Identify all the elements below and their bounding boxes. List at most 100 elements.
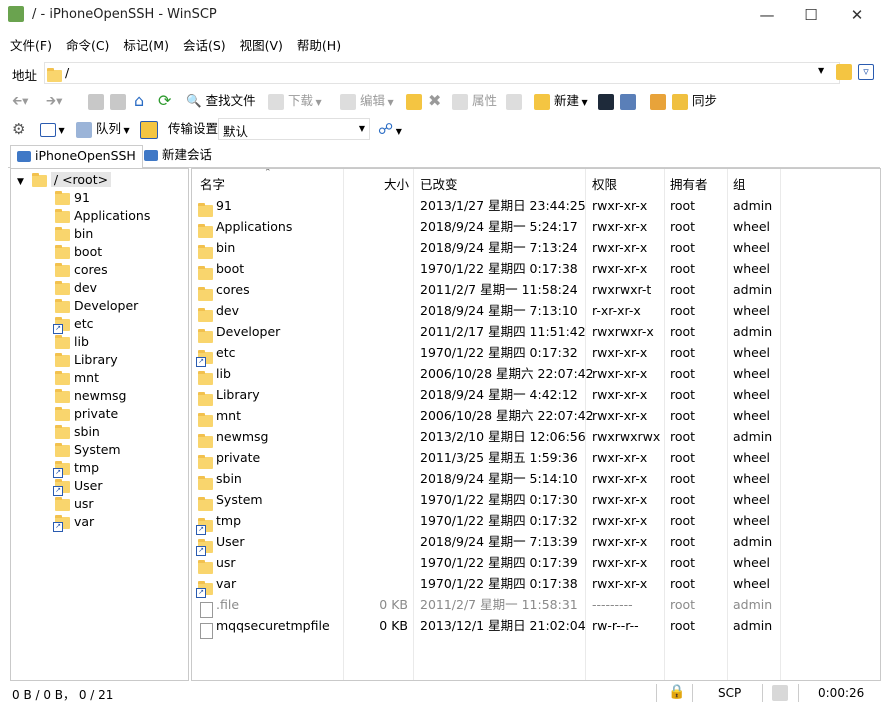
table-row[interactable]: boot 1970/1/22 星期四 0:17:38 rwxr-xr-x root wh… [192,258,880,280]
tree-item[interactable]: newmsg [55,387,126,405]
find-files-button[interactable]: 🔍 查找文件 [186,91,256,111]
column-rights[interactable]: 权限 [592,174,617,193]
open-directory-icon[interactable] [836,64,852,80]
download-button[interactable]: 下载 ▼ [268,91,322,111]
tree-item[interactable]: cores [55,261,108,279]
tree-item[interactable]: dev [55,279,97,297]
table-row[interactable]: ↗ User 2018/9/24 星期一 7:13:39 rwxr-xr-x root a… [192,531,880,556]
table-row[interactable]: dev 2018/9/24 星期一 7:13:10 r-xr-xr-x root whe… [192,300,880,322]
tab-label: 新建会话 [161,147,212,162]
maximize-button[interactable]: ☐ [788,0,834,30]
cell-owner: root [670,324,696,339]
properties-button[interactable]: 属性 [452,91,497,111]
find-files-label: 查找文件 [205,93,256,108]
table-row[interactable]: .file 0 KB 2011/2/7 星期一 11:58:31 --------- r… [192,594,880,618]
queue-button[interactable]: 队列 ▼ [76,119,130,139]
cell-rights: rwxr-xr-x [592,492,648,507]
table-row[interactable]: Developer 2011/2/17 星期四 11:51:42 rwxrwxr-x… [192,321,880,343]
tree-item[interactable]: Library [55,351,118,369]
console-icon[interactable] [598,91,614,111]
global-icon[interactable]: ☍ ▼ [378,119,402,139]
menu-mark[interactable]: 标记(M) [121,33,171,56]
table-row[interactable]: ↗ var 1970/1/22 星期四 0:17:38 rwxr-xr-x root wh… [192,573,880,598]
tree-item[interactable]: ↗ var [53,513,94,532]
putty-icon[interactable] [620,91,636,111]
tree-item[interactable]: usr [55,495,94,513]
column-group[interactable]: 组 [733,174,746,193]
column-owner[interactable]: 拥有者 [670,174,708,193]
tree-item[interactable]: ↗ User [53,477,103,496]
tree-item[interactable]: Applications [55,207,150,225]
table-row[interactable]: 91 2013/1/27 星期日 23:44:25 rwxr-xr-x root adm… [192,195,880,217]
refresh-icon[interactable]: ⟳ [158,91,171,111]
tree-item[interactable]: lib [55,333,89,351]
column-size[interactable]: 大小 [384,174,409,193]
tree-item[interactable]: ↗ etc [53,315,93,334]
home-icon[interactable]: ⌂ [134,91,144,111]
table-row[interactable]: sbin 2018/9/24 星期一 5:14:10 rwxr-xr-x root wh… [192,468,880,490]
tree-item[interactable]: System [55,441,121,459]
cell-rights: rwxr-xr-x [592,345,648,360]
cell-changed: 2011/2/17 星期四 11:51:42 [420,324,586,339]
filter-icon[interactable]: ▿ [858,64,874,80]
close-button[interactable]: ✕ [834,0,880,30]
transfer-settings-select[interactable]: 默认 ▼ [218,118,370,140]
table-row[interactable]: ↗ tmp 1970/1/22 星期四 0:17:32 rwxr-xr-x root wh… [192,510,880,535]
tree-item[interactable]: private [55,405,118,423]
menu-file[interactable]: 文件(F) [8,33,54,56]
back-icon[interactable]: 🡰▾ [12,91,28,111]
address-dropdown-icon[interactable]: ▼ [818,66,824,75]
table-row[interactable]: usr 1970/1/22 星期四 0:17:39 rwxr-xr-x root whe… [192,552,880,574]
table-row[interactable]: ↗ etc 1970/1/22 星期四 0:17:32 rwxr-xr-x root wh… [192,342,880,367]
cell-name: etc [216,345,236,360]
directory-tree[interactable]: ▼ / <root> 91 Applications bin boot cores dev… [10,168,189,681]
cell-changed: 2011/2/7 星期一 11:58:24 [420,282,578,297]
root-directory-icon[interactable] [110,91,126,111]
collapse-icon[interactable]: ▼ [17,177,24,187]
tree-item[interactable]: sbin [55,423,100,441]
transfer-settings-icon[interactable] [140,119,158,139]
table-row[interactable]: lib 2006/10/28 星期六 22:07:42 rwxr-xr-x root w… [192,363,880,385]
menu-command[interactable]: 命令(C) [64,33,111,56]
menu-session[interactable]: 会话(S) [181,33,228,56]
tab-iphoneopenssh[interactable]: iPhoneOpenSSH [10,145,143,169]
folder-icon [55,334,70,349]
table-row[interactable]: Library 2018/9/24 星期一 4:42:12 rwxr-xr-x roo… [192,384,880,406]
table-row[interactable]: Applications 2018/9/24 星期一 5:24:17 rwxr-xr… [192,216,880,238]
table-row[interactable]: private 2011/3/25 星期五 1:59:36 rwxr-xr-x roo… [192,447,880,469]
tree-item[interactable]: bin [55,225,93,243]
tree-item[interactable]: Developer [55,297,138,315]
parent-directory-icon[interactable] [88,91,104,111]
address-input[interactable]: / [44,62,840,84]
tree-item[interactable]: ↗ tmp [53,459,99,478]
preferences-icon[interactable]: ⚙ [12,119,25,139]
table-row[interactable]: bin 2018/9/24 星期一 7:13:24 rwxr-xr-x root whe… [192,237,880,259]
edit-button[interactable]: 编辑 ▼ [340,91,394,111]
column-changed[interactable]: 已改变 [420,174,458,193]
file-list[interactable]: 名字 ⌃ 大小 已改变 权限 拥有者 组 91 2013/1/27 星期日 23:… [191,168,881,681]
table-row[interactable]: mnt 2006/10/28 星期六 22:07:42 rwxr-xr-x root w… [192,405,880,427]
tree-root[interactable]: ▼ / <root> [17,171,112,189]
forward-icon[interactable]: 🡲▾ [46,91,62,111]
minimize-button[interactable]: — [744,0,790,30]
delete-icon[interactable]: ✖ [428,91,441,111]
settings-disabled-icon[interactable] [506,91,522,111]
tree-item[interactable]: mnt [55,369,99,387]
cell-rights: rwxr-xr-x [592,387,648,402]
tree-item[interactable]: 91 [55,189,90,207]
tab-new-session[interactable]: 新建会话 [138,145,218,167]
layout-button[interactable]: ▼ [40,119,65,139]
transfer-icon[interactable] [406,91,422,111]
new-button[interactable]: 新建 ▼ [534,91,588,111]
column-name[interactable]: 名字 [200,174,225,193]
menu-view[interactable]: 视图(V) [238,33,285,56]
table-row[interactable]: mqqsecuretmpfile 0 KB 2013/12/1 星期日 21:02:… [192,615,880,639]
compare-icon[interactable] [650,91,666,111]
synchronize-button[interactable]: 同步 [672,91,717,111]
table-row[interactable]: newmsg 2013/2/10 星期日 12:06:56 rwxrwxrwx roo… [192,426,880,448]
tree-item[interactable]: boot [55,243,102,261]
table-row[interactable]: System 1970/1/22 星期四 0:17:30 rwxr-xr-x root… [192,489,880,511]
table-row[interactable]: cores 2011/2/7 星期一 11:58:24 rwxrwxr-t root a… [192,279,880,301]
computer-icon [17,151,31,162]
menu-help[interactable]: 帮助(H) [295,33,343,56]
